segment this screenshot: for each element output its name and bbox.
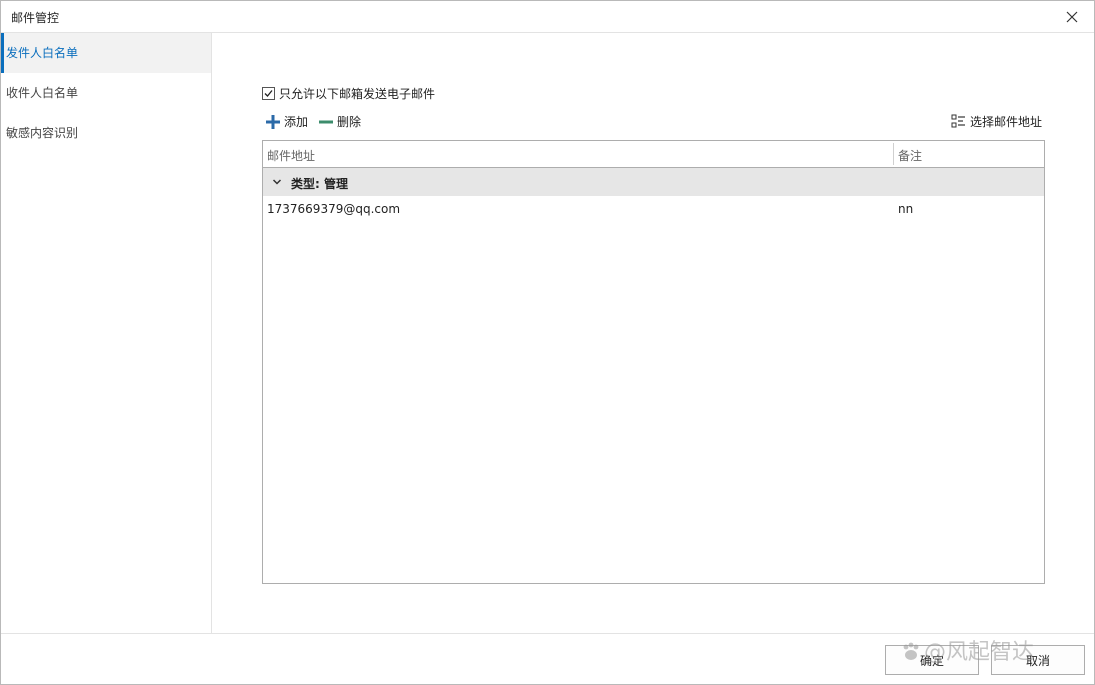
- dialog-footer: 确定 取消: [1, 633, 1094, 684]
- cancel-button-label: 取消: [1025, 653, 1050, 668]
- column-header-email[interactable]: 邮件地址: [267, 147, 315, 164]
- sidebar-item-recipient-whitelist[interactable]: 收件人白名单: [1, 73, 211, 113]
- grid-header: 邮件地址 备注: [263, 141, 1044, 168]
- allow-only-checkbox[interactable]: 只允许以下邮箱发送电子邮件: [262, 85, 435, 102]
- cancel-button[interactable]: 取消: [991, 645, 1085, 675]
- ok-button[interactable]: 确定: [885, 645, 979, 675]
- checkbox-label: 只允许以下邮箱发送电子邮件: [279, 87, 436, 101]
- select-email-address-button[interactable]: 选择邮件地址: [951, 113, 1042, 130]
- group-label: 类型: 管理: [291, 177, 348, 191]
- cell-email: 1737669379@qq.com: [267, 202, 401, 216]
- column-header-note[interactable]: 备注: [898, 147, 922, 164]
- checkmark-icon: [264, 90, 273, 97]
- add-button[interactable]: 添加: [265, 113, 308, 130]
- sidebar-item-sender-whitelist[interactable]: 发件人白名单: [1, 33, 211, 73]
- checkbox-box[interactable]: [262, 87, 275, 100]
- delete-button[interactable]: 删除: [318, 113, 361, 130]
- grid-toolbar: 添加 删除: [265, 113, 361, 130]
- table-row[interactable]: 1737669379@qq.com nn: [263, 196, 1044, 222]
- sidebar-item-sensitive-content[interactable]: 敏感内容识别: [1, 113, 211, 153]
- cell-note: nn: [898, 202, 914, 216]
- column-separator[interactable]: [893, 143, 894, 165]
- add-button-label: 添加: [284, 115, 309, 129]
- sidebar-item-label: 收件人白名单: [6, 86, 79, 100]
- sidebar-item-label: 敏感内容识别: [6, 126, 79, 140]
- close-icon: [1066, 11, 1078, 22]
- plus-icon: [266, 114, 280, 129]
- title-bar: 邮件管控: [1, 1, 1094, 33]
- window-title: 邮件管控: [11, 11, 60, 25]
- group-row[interactable]: 类型: 管理: [263, 168, 1044, 196]
- select-email-address-label: 选择邮件地址: [969, 115, 1042, 129]
- dialog-window: 邮件管控 发件人白名单 收件人白名单 敏感内容识别 只允许以下邮箱发送电子邮件: [0, 0, 1095, 685]
- main-panel: 只允许以下邮箱发送电子邮件 添加 删除 选择邮件地址 邮件地址 备注 类型: 管…: [212, 33, 1094, 633]
- email-grid: 邮件地址 备注 类型: 管理 1737669379@qq.com nn: [262, 140, 1045, 584]
- close-button[interactable]: [1050, 1, 1094, 32]
- minus-icon: [319, 120, 334, 123]
- chevron-down-icon[interactable]: [272, 177, 282, 187]
- sidebar-nav: 发件人白名单 收件人白名单 敏感内容识别: [1, 33, 212, 633]
- delete-button-label: 删除: [337, 115, 362, 129]
- sidebar-item-label: 发件人白名单: [6, 46, 79, 60]
- ok-button-label: 确定: [919, 653, 944, 668]
- list-select-icon: [951, 114, 965, 128]
